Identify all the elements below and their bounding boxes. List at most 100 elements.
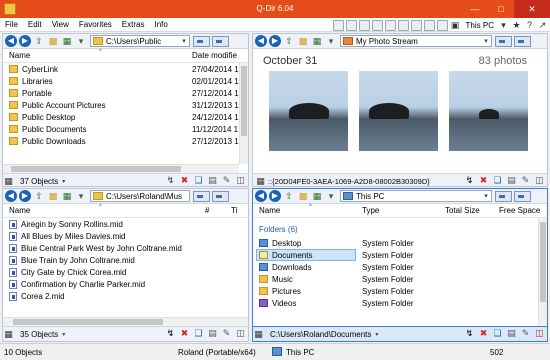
chevron-down-icon[interactable]: ▾ <box>179 37 189 45</box>
grid-icon[interactable]: ▦ <box>311 190 323 202</box>
forward-icon[interactable]: ▶ <box>19 35 31 47</box>
new-folder-icon[interactable]: ▩ <box>297 35 309 47</box>
properties-icon[interactable]: ✎ <box>520 328 531 339</box>
copy-icon[interactable]: ❏ <box>492 328 503 339</box>
layout-button-8[interactable] <box>423 19 435 31</box>
horizontal-scrollbar[interactable] <box>3 164 239 173</box>
forward-icon[interactable]: ▶ <box>269 190 281 202</box>
photo-thumbnail[interactable] <box>269 71 348 151</box>
list-item[interactable]: City Gate by Chick Corea.mid <box>3 266 241 278</box>
column-name[interactable]: Name <box>3 51 30 60</box>
horizontal-scrollbar[interactable] <box>3 317 248 326</box>
paste-icon[interactable]: ▤ <box>506 175 517 186</box>
lightning-icon[interactable]: ↯ <box>165 328 176 339</box>
layout-button-9[interactable] <box>436 19 448 31</box>
back-icon[interactable]: ◀ <box>255 190 267 202</box>
minimize-button[interactable]: — <box>462 0 488 18</box>
list-item[interactable]: Downloads System Folder <box>253 261 543 273</box>
layout-button-5[interactable] <box>384 19 396 31</box>
photo-thumbnail[interactable] <box>359 71 438 151</box>
delete-icon[interactable]: ✖ <box>478 328 489 339</box>
chevron-down-icon[interactable]: ▾ <box>75 190 87 202</box>
split-icon[interactable]: ◫ <box>534 328 545 339</box>
grid-icon[interactable]: ▦ <box>255 176 266 187</box>
column-name[interactable]: Name <box>253 206 280 215</box>
copy-icon[interactable]: ❏ <box>193 175 204 186</box>
list-item[interactable]: Blue Train by John Coltrane.mid <box>3 254 241 266</box>
layout-button-6[interactable] <box>397 19 409 31</box>
chevron-down-icon[interactable]: ▾ <box>325 190 337 202</box>
scroll-thumb[interactable] <box>241 66 247 136</box>
list-item[interactable]: Public Documents 11/12/2014 1 <box>3 123 241 135</box>
chevron-down-icon[interactable]: ▾ <box>325 35 337 47</box>
guid-path[interactable]: ::{20D04FE0-3AEA-1069-A2D8-08002B30309D} <box>268 177 430 186</box>
location-label[interactable]: This PC <box>463 21 496 30</box>
view-button[interactable] <box>495 190 512 202</box>
list-item[interactable]: Videos System Folder <box>253 297 543 309</box>
grid-icon[interactable]: ▦ <box>61 35 73 47</box>
list-item[interactable]: Public Account Pictures 31/12/2013 1 <box>3 99 241 111</box>
view-options-button[interactable] <box>514 35 531 47</box>
view-button[interactable] <box>193 35 210 47</box>
lightning-icon[interactable]: ↯ <box>464 328 475 339</box>
current-path[interactable]: C:\Users\Roland\Documents <box>270 330 371 339</box>
delete-icon[interactable]: ✖ <box>179 328 190 339</box>
paste-icon[interactable]: ▤ <box>207 328 218 339</box>
menu-info[interactable]: Info <box>149 18 172 32</box>
scroll-thumb[interactable] <box>13 319 163 325</box>
chevron-down-icon[interactable]: ▾ <box>498 20 509 31</box>
delete-icon[interactable]: ✖ <box>478 175 489 186</box>
paste-icon[interactable]: ▤ <box>207 175 218 186</box>
vertical-scrollbar[interactable] <box>239 63 248 164</box>
forward-icon[interactable]: ▶ <box>19 190 31 202</box>
properties-icon[interactable]: ✎ <box>520 175 531 186</box>
photo-thumbnail[interactable] <box>449 71 528 151</box>
list-item[interactable]: Blue Central Park West by John Coltrane.… <box>3 242 241 254</box>
up-icon[interactable]: ⇧ <box>33 190 45 202</box>
chevron-down-icon[interactable]: ▾ <box>481 192 491 200</box>
split-icon[interactable]: ◫ <box>235 328 246 339</box>
list-item-selected[interactable]: Documents System Folder <box>253 249 543 261</box>
grid-icon[interactable]: ▦ <box>3 329 14 340</box>
column-date[interactable]: Date modifie <box>186 51 237 60</box>
object-count[interactable]: 35 Objects <box>20 330 58 339</box>
view-options-button[interactable] <box>514 190 531 202</box>
close-button[interactable]: ✕ <box>514 0 550 18</box>
split-icon[interactable]: ◫ <box>534 175 545 186</box>
up-icon[interactable]: ⇧ <box>283 35 295 47</box>
layout-button-4[interactable] <box>371 19 383 31</box>
list-item[interactable]: CyberLink 27/04/2014 1 <box>3 63 241 75</box>
grid-icon[interactable]: ▦ <box>61 190 73 202</box>
object-count[interactable]: 37 Objects <box>20 177 58 186</box>
help-icon[interactable]: ? <box>524 20 535 31</box>
arrow-icon[interactable]: ↗ <box>537 20 548 31</box>
menu-file[interactable]: File <box>0 18 23 32</box>
properties-icon[interactable]: ✎ <box>221 328 232 339</box>
layout-button-2[interactable] <box>345 19 357 31</box>
grid-icon[interactable]: ▦ <box>3 176 14 187</box>
back-icon[interactable]: ◀ <box>5 35 17 47</box>
list-item[interactable]: Desktop System Folder <box>253 237 543 249</box>
view-options-button[interactable] <box>212 190 229 202</box>
list-item[interactable]: Confirmation by Charlie Parker.mid <box>3 278 241 290</box>
menu-favorites[interactable]: Favorites <box>74 18 117 32</box>
list-item[interactable]: Public Desktop 24/12/2014 1 <box>3 111 241 123</box>
lightning-icon[interactable]: ↯ <box>165 175 176 186</box>
list-item[interactable]: All Blues by Miles Davies.mid <box>3 230 241 242</box>
address-input[interactable]: C:\Users\Roland\Mus <box>90 190 190 202</box>
layout-button-3[interactable] <box>358 19 370 31</box>
list-item[interactable]: Public Downloads 27/12/2013 1 <box>3 135 241 147</box>
new-folder-icon[interactable]: ▩ <box>47 190 59 202</box>
view-options-button[interactable] <box>212 35 229 47</box>
scroll-thumb[interactable] <box>540 222 546 302</box>
copy-icon[interactable]: ❏ <box>193 328 204 339</box>
vertical-scrollbar[interactable] <box>538 218 547 326</box>
menu-extras[interactable]: Extras <box>117 18 150 32</box>
copy-icon[interactable]: ❏ <box>492 175 503 186</box>
up-icon[interactable]: ⇧ <box>33 35 45 47</box>
delete-icon[interactable]: ✖ <box>179 175 190 186</box>
star-icon[interactable]: ★ <box>511 20 522 31</box>
address-input[interactable]: My Photo Stream ▾ <box>340 35 492 47</box>
chevron-down-icon[interactable]: ▾ <box>62 331 65 338</box>
section-header[interactable]: Folders (6) <box>259 225 298 234</box>
